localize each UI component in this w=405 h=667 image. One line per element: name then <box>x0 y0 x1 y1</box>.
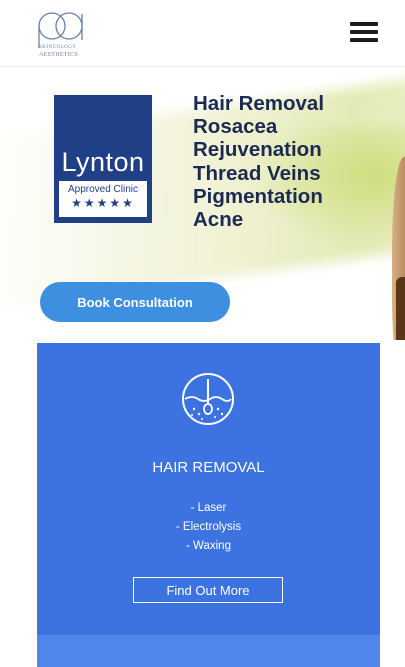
treatment-item: Acne <box>193 208 244 232</box>
hero-model-hair <box>396 277 405 340</box>
badge-brand: Lynton <box>61 147 145 177</box>
hamburger-menu-icon[interactable] <box>350 22 378 44</box>
lynton-approved-badge: Lynton Approved Clinic ★★★★★ <box>54 95 152 223</box>
treatments-list: Hair Removal Rosacea Rejuvenation Thread… <box>193 92 393 231</box>
find-out-more-button[interactable]: Find Out More <box>133 577 283 603</box>
service-title: HAIR REMOVAL <box>152 459 265 476</box>
site-header: SKINCOLOGY AESTHETICS <box>0 0 405 67</box>
treatment-item: Rosacea <box>193 115 278 139</box>
service-method-item: - Electrolysis <box>175 521 242 533</box>
logo-subtitle: SKINCOLOGY <box>39 45 77 50</box>
service-method-item: - Laser <box>190 502 227 514</box>
treatment-item: Rejuvenation <box>193 138 322 162</box>
badge-approved-panel: Approved Clinic ★★★★★ <box>59 181 147 217</box>
treatment-item: Pigmentation <box>193 184 323 208</box>
book-consultation-button[interactable]: Book Consultation <box>40 282 230 322</box>
treatment-item: Thread Veins <box>193 161 321 185</box>
badge-stars-icon: ★★★★★ <box>71 196 135 210</box>
service-method-item: - Waxing <box>186 540 231 552</box>
hair-follicle-icon <box>182 373 234 425</box>
badge-approved-text: Approved Clinic <box>67 184 139 195</box>
treatment-item: Hair Removal <box>193 92 325 115</box>
service-methods-list: - Laser - Electrolysis - Waxing <box>37 499 380 556</box>
logo-brand: AESTHETICS <box>39 52 78 58</box>
service-card-hair-removal: HAIR REMOVAL - Laser - Electrolysis - Wa… <box>37 343 380 667</box>
card-footer-strip <box>37 635 380 667</box>
